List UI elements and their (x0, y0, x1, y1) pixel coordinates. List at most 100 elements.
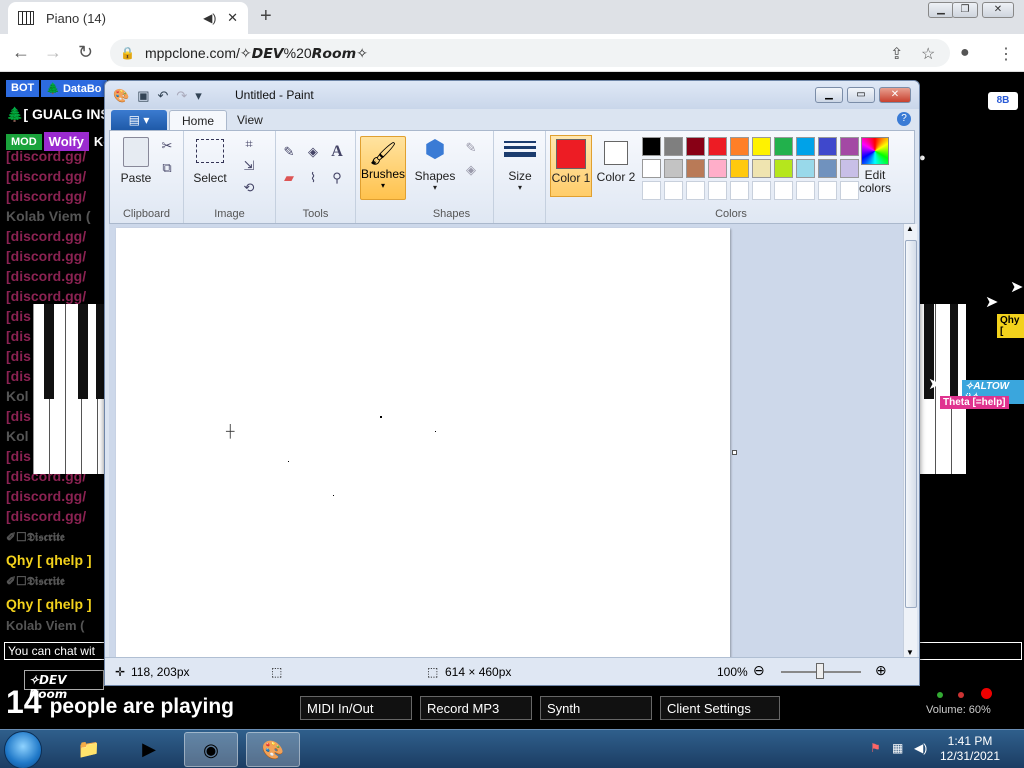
action-center-icon[interactable]: ⚑ (870, 741, 881, 755)
paint-close-icon[interactable]: ✕ (879, 87, 911, 103)
cut-icon[interactable]: ✂ (158, 137, 176, 155)
close-tab-icon[interactable]: ✕ (227, 10, 238, 26)
scroll-down-icon[interactable]: ▼ (906, 648, 914, 657)
pencil-icon[interactable]: ✎ (280, 143, 298, 161)
palette-swatch[interactable] (686, 181, 705, 200)
palette-swatch[interactable] (818, 159, 837, 178)
media-player-icon[interactable]: ▶ (122, 732, 176, 767)
piano-keyboard-left[interactable] (33, 304, 106, 474)
brushes-button[interactable]: 🖌 Brushes ▾ (360, 136, 406, 200)
explorer-icon[interactable]: 📁 (62, 732, 116, 767)
select-button[interactable]: Select (190, 137, 230, 185)
vertical-scrollbar[interactable]: ▲ ▼ (903, 224, 917, 657)
palette-swatch[interactable] (774, 159, 793, 178)
paste-button[interactable]: Paste (118, 137, 154, 185)
network-icon[interactable]: ▦ (892, 741, 903, 755)
palette-swatch[interactable] (708, 137, 727, 156)
palette-swatch[interactable] (686, 137, 705, 156)
volume-label[interactable]: Volume: 60% (926, 704, 991, 716)
piano-black-key[interactable] (44, 304, 54, 399)
palette-swatch[interactable] (642, 159, 661, 178)
zoom-out-icon[interactable]: ⊖ (753, 662, 765, 679)
color2-button[interactable]: Color 2 (596, 135, 636, 184)
file-menu-button[interactable]: ▤ ▾ (111, 110, 167, 130)
speaker-icon[interactable]: ◀) (203, 11, 217, 25)
midi-button[interactable]: MIDI In/Out (300, 696, 412, 720)
palette-swatch[interactable] (730, 137, 749, 156)
piano-black-key[interactable] (78, 304, 88, 399)
zoom-in-icon[interactable]: ⊕ (875, 662, 887, 679)
palette-swatch[interactable] (752, 137, 771, 156)
shapes-button[interactable]: ⬢ Shapes ▾ (414, 135, 456, 192)
help-icon[interactable]: ? (897, 112, 911, 126)
size-button[interactable]: Size ▾ (502, 137, 538, 192)
chrome-icon[interactable]: ◉ (184, 732, 238, 767)
palette-swatch[interactable] (642, 137, 661, 156)
paint-taskbar-icon[interactable]: 🎨 (246, 732, 300, 767)
zoom-slider-thumb[interactable] (816, 663, 824, 679)
user-button[interactable]: 8B (988, 92, 1018, 110)
piano-black-key[interactable] (950, 304, 958, 399)
fill-icon[interactable]: ◈ (304, 143, 322, 161)
undo-icon[interactable]: ↶ (157, 88, 168, 104)
drawing-canvas[interactable]: ┼ (116, 228, 730, 657)
palette-swatch[interactable] (664, 159, 683, 178)
piano-keyboard-right[interactable] (920, 304, 966, 474)
scrollbar-thumb[interactable] (905, 240, 917, 608)
record-dot[interactable] (981, 688, 992, 699)
record-mp3-button[interactable]: Record MP3 (420, 696, 532, 720)
palette-swatch[interactable] (818, 181, 837, 200)
palette-swatch[interactable] (796, 159, 815, 178)
palette-swatch[interactable] (708, 159, 727, 178)
outline-icon[interactable]: ✎ (462, 139, 480, 157)
volume-icon[interactable]: ◀) (914, 741, 927, 755)
reload-icon[interactable]: ↻ (78, 42, 93, 63)
fill-shape-icon[interactable]: ◈ (462, 161, 480, 179)
menu-icon[interactable]: ⋮ (998, 44, 1014, 64)
palette-swatch[interactable] (730, 181, 749, 200)
copy-icon[interactable]: ⧉ (158, 159, 176, 177)
synth-button[interactable]: Synth (540, 696, 652, 720)
forward-icon[interactable]: → (44, 42, 62, 63)
share-icon[interactable]: ⇪ (890, 44, 903, 64)
back-icon[interactable]: ← (12, 42, 30, 63)
tab-home[interactable]: Home (169, 110, 228, 131)
browser-tab[interactable]: Piano (14) ◀) ✕ (8, 2, 248, 34)
edit-colors-button[interactable]: Edit colors (852, 135, 898, 195)
paint-minimize-icon[interactable]: ▁ (815, 87, 843, 103)
close-window-icon[interactable]: ✕ (982, 2, 1014, 18)
save-icon[interactable]: ▣ (137, 88, 149, 104)
start-button-icon[interactable] (4, 731, 42, 768)
quick-access-dropdown-icon[interactable]: ▾ (195, 88, 202, 104)
address-bar[interactable]: 🔒 mppclone.com/✧𝘿𝙀𝙑%20𝙍𝙤𝙤𝙢✧ (110, 39, 950, 67)
paint-app-icon[interactable]: 🎨 (113, 88, 129, 104)
palette-swatch[interactable] (708, 181, 727, 200)
color-picker-icon[interactable]: ⌇ (304, 169, 322, 187)
new-tab-icon[interactable]: + (260, 5, 272, 28)
resize-icon[interactable]: ⇲ (240, 157, 258, 175)
palette-swatch[interactable] (774, 137, 793, 156)
paint-maximize-icon[interactable]: ▭ (847, 87, 875, 103)
palette-swatch[interactable] (686, 159, 705, 178)
eraser-icon[interactable]: ▰ (280, 169, 298, 187)
palette-swatch[interactable] (774, 181, 793, 200)
restore-icon[interactable]: ❐ (952, 2, 978, 18)
minimize-icon[interactable]: ▁ (928, 2, 954, 18)
palette-swatch[interactable] (664, 181, 683, 200)
profile-icon[interactable]: ● (960, 44, 970, 62)
client-settings-button[interactable]: Client Settings (660, 696, 780, 720)
magnifier-icon[interactable]: ⚲ (328, 169, 346, 187)
resize-handle[interactable] (732, 450, 737, 455)
bookmark-star-icon[interactable]: ☆ (921, 44, 935, 64)
palette-swatch[interactable] (818, 137, 837, 156)
redo-icon[interactable]: ↷ (176, 88, 187, 104)
rotate-icon[interactable]: ⟲ (240, 179, 258, 197)
clock[interactable]: 1:41 PM 12/31/2021 (930, 734, 1010, 764)
palette-swatch[interactable] (796, 137, 815, 156)
palette-swatch[interactable] (752, 181, 771, 200)
color1-button[interactable]: Color 1 (550, 135, 592, 197)
palette-swatch[interactable] (730, 159, 749, 178)
palette-swatch[interactable] (664, 137, 683, 156)
palette-swatch[interactable] (752, 159, 771, 178)
palette-swatch[interactable] (642, 181, 661, 200)
